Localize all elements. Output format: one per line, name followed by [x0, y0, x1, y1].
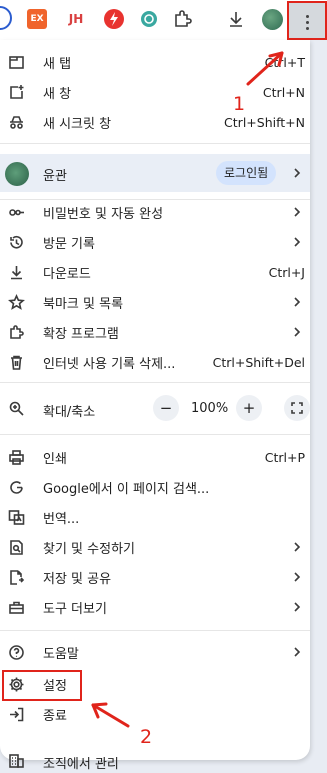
menu-item-save-share[interactable]: 저장 및 공유	[0, 563, 310, 592]
chevron-right-icon	[294, 647, 301, 657]
shortcut-label: Ctrl+Shift+N	[224, 115, 305, 130]
menu-item-bookmarks[interactable]: 북마크 및 목록	[0, 288, 310, 317]
jh-extension-icon[interactable]: JH	[66, 9, 86, 29]
menu-item-label: 종료	[43, 709, 67, 724]
fullscreen-icon	[291, 402, 303, 414]
chevron-right-icon	[294, 602, 301, 612]
chevron-right-icon	[294, 297, 301, 307]
menu-item-downloads[interactable]: 다운로드 Ctrl+J	[0, 258, 310, 287]
divider	[0, 143, 310, 144]
menu-item-extensions[interactable]: 확장 프로그램	[0, 318, 310, 347]
zoom-in-button[interactable]: +	[236, 395, 262, 421]
profile-row[interactable]: 윤관 로그인됨	[0, 154, 310, 192]
menu-item-google-search[interactable]: Google에서 이 페이지 검색...	[0, 473, 310, 502]
settings-highlight-box	[2, 670, 82, 701]
menu-item-label: 인터넷 사용 기록 삭제...	[43, 357, 176, 372]
zoom-label: 확대/축소	[43, 405, 96, 420]
globe-extension-icon[interactable]	[139, 9, 159, 29]
chevron-right-icon	[294, 327, 301, 337]
menu-item-label: 확장 프로그램	[43, 327, 119, 342]
menu-item-exit[interactable]: 종료	[0, 700, 310, 729]
save-share-icon	[10, 570, 25, 585]
history-icon	[10, 235, 23, 249]
chrome-menu-button[interactable]	[287, 1, 327, 40]
extensions-puzzle-icon[interactable]	[172, 9, 192, 29]
menu-item-label: 비밀번호 및 자동 완성	[43, 207, 164, 222]
help-icon	[9, 645, 24, 660]
divider	[0, 382, 310, 383]
profile-ring-icon[interactable]	[0, 6, 12, 30]
incognito-icon	[10, 116, 23, 129]
printer-icon	[9, 450, 24, 465]
shortcut-label: Ctrl+J	[268, 265, 305, 280]
menu-item-label: 도구 더보기	[43, 602, 107, 617]
managed-label: 조직에서 관리	[43, 757, 119, 772]
menu-item-find-edit[interactable]: 찾기 및 수정하기	[0, 533, 310, 562]
browser-toolbar: EX JH	[0, 0, 327, 40]
avatar[interactable]	[262, 9, 283, 30]
menu-item-incognito[interactable]: 새 시크릿 창 Ctrl+Shift+N	[0, 108, 310, 137]
exit-icon	[10, 707, 24, 722]
menu-item-translate[interactable]: 번역...	[0, 503, 310, 532]
menu-item-new-tab[interactable]: 새 탭 Ctrl+T	[0, 48, 310, 77]
menu-item-label: 도움말	[43, 647, 79, 662]
signed-in-badge: 로그인됨	[216, 161, 277, 185]
menu-item-print[interactable]: 인쇄 Ctrl+P	[0, 443, 310, 472]
divider	[0, 434, 310, 435]
new-tab-icon	[9, 56, 24, 69]
step-number-2: 2	[140, 726, 153, 748]
star-icon	[8, 294, 25, 310]
menu-item-label: 새 시크릿 창	[43, 117, 112, 132]
menu-item-passwords[interactable]: 비밀번호 및 자동 완성	[0, 198, 310, 227]
menu-item-label: 번역...	[43, 512, 80, 527]
menu-item-label: 찾기 및 수정하기	[43, 542, 135, 557]
shortcut-label: Ctrl+N	[262, 85, 305, 100]
toolbox-icon	[9, 601, 24, 614]
zoom-out-button[interactable]: −	[153, 395, 179, 421]
download-icon[interactable]	[226, 9, 246, 29]
menu-item-more-tools[interactable]: 도구 더보기	[0, 593, 310, 622]
chevron-right-icon	[294, 542, 301, 552]
profile-avatar	[5, 162, 29, 186]
chrome-menu: 새 탭 Ctrl+T 새 창 Ctrl+N 새 시크릿 창 Ctrl+Shift…	[0, 40, 310, 760]
chevron-right-icon	[294, 237, 301, 247]
fullscreen-button[interactable]	[284, 395, 310, 421]
bolt-extension-icon[interactable]	[104, 9, 124, 29]
menu-item-label: 새 창	[43, 87, 72, 102]
shortcut-label: Ctrl+P	[264, 450, 305, 465]
menu-item-label: 방문 기록	[43, 237, 95, 252]
zoom-icon	[9, 401, 24, 416]
menu-item-label: 저장 및 공유	[43, 572, 112, 587]
google-icon	[10, 481, 23, 494]
menu-item-label: 북마크 및 목록	[43, 297, 124, 312]
trash-icon	[11, 355, 22, 370]
menu-item-history[interactable]: 방문 기록	[0, 228, 310, 257]
shortcut-label: Ctrl+T	[264, 55, 305, 70]
menu-item-label: Google에서 이 페이지 검색...	[43, 482, 210, 497]
menu-item-label: 새 탭	[43, 57, 72, 72]
chevron-right-icon	[294, 168, 301, 178]
menu-item-label: 다운로드	[43, 267, 91, 282]
zoom-level: 100%	[191, 401, 229, 416]
menu-item-new-window[interactable]: 새 창 Ctrl+N	[0, 78, 310, 107]
divider	[0, 630, 310, 631]
chevron-right-icon	[294, 207, 301, 217]
chevron-right-icon	[294, 572, 301, 582]
step-number-1: 1	[233, 93, 246, 115]
shortcut-label: Ctrl+Shift+Del	[212, 355, 305, 370]
building-icon	[9, 754, 24, 768]
menu-item-help[interactable]: 도움말	[0, 638, 310, 667]
managed-by-org[interactable]: 조직에서 관리	[0, 748, 327, 773]
zoom-row: 확대/축소 − 100% +	[0, 393, 310, 423]
puzzle-icon	[10, 325, 24, 339]
ex-extension-icon[interactable]: EX	[27, 9, 47, 29]
translate-icon	[8, 510, 25, 525]
key-icon	[9, 209, 24, 216]
download-icon	[11, 266, 22, 280]
profile-name: 윤관	[43, 169, 67, 184]
find-edit-icon	[10, 540, 23, 555]
menu-item-label: 인쇄	[43, 452, 67, 467]
new-window-icon	[10, 85, 24, 99]
menu-item-clear-data[interactable]: 인터넷 사용 기록 삭제... Ctrl+Shift+Del	[0, 348, 310, 377]
